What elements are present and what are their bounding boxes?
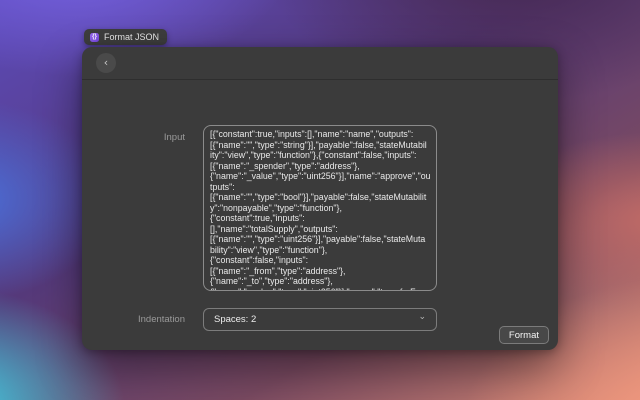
desktop-background: {} Format JSON ‹ Input [{"constant":true…	[0, 0, 640, 400]
indentation-label: Indentation	[82, 308, 203, 331]
json-braces-icon: {}	[90, 33, 99, 42]
format-json-window: ‹ Input [{"constant":true,"inputs":[],"n…	[82, 47, 558, 350]
indentation-selected-value: Spaces: 2	[214, 314, 256, 325]
back-button[interactable]: ‹	[96, 53, 116, 73]
format-button[interactable]: Format	[499, 326, 549, 344]
chevron-left-icon: ‹	[104, 56, 108, 69]
window-tab-title: Format JSON	[104, 32, 159, 42]
input-row: Input [{"constant":true,"inputs":[],"nam…	[82, 125, 558, 291]
indentation-row: Indentation Spaces: 2 ⌄	[82, 308, 558, 331]
json-input-textarea[interactable]: [{"constant":true,"inputs":[],"name":"na…	[203, 125, 437, 291]
input-label: Input	[82, 125, 203, 291]
window-tab[interactable]: {} Format JSON	[84, 29, 167, 45]
indentation-select[interactable]: Spaces: 2 ⌄	[203, 308, 437, 331]
chevron-down-icon: ⌄	[418, 313, 426, 322]
window-header: ‹	[82, 47, 558, 80]
window-content: Input [{"constant":true,"inputs":[],"nam…	[82, 80, 558, 349]
